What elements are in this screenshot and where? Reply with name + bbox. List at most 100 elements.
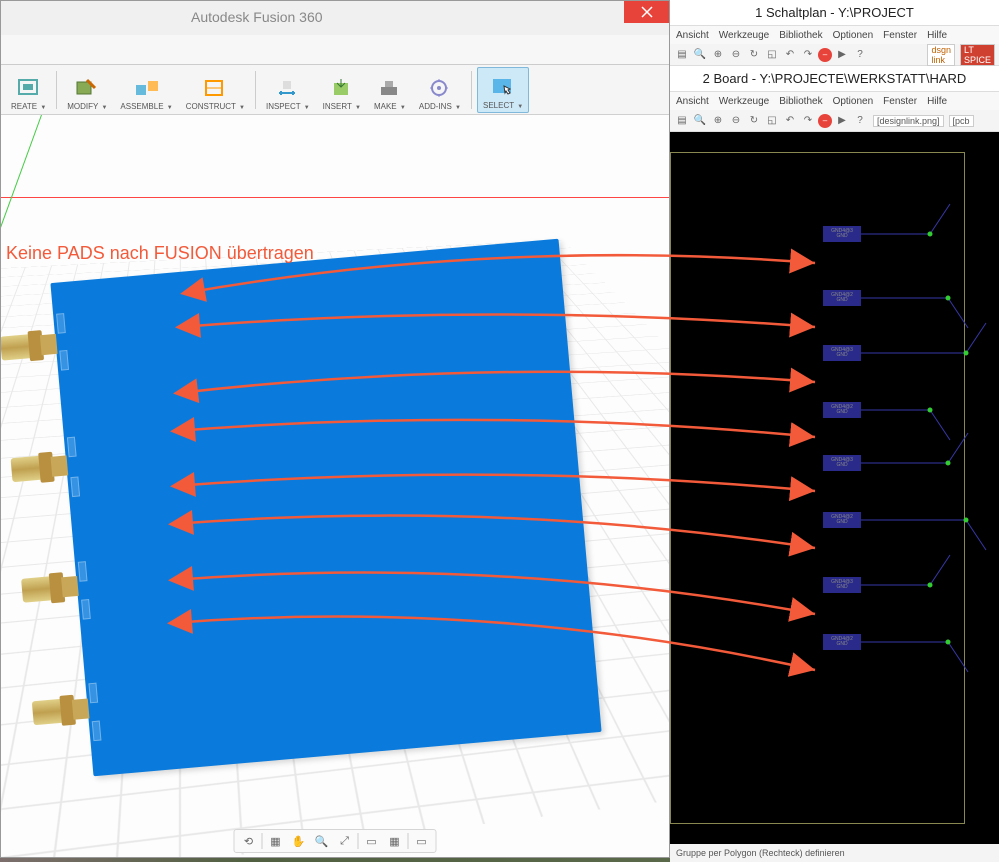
close-button[interactable] — [624, 1, 669, 23]
zoom-in-icon[interactable]: ⊕ — [710, 47, 726, 63]
menu-fenster[interactable]: Fenster — [883, 30, 917, 41]
menu-werkzeuge[interactable]: Werkzeuge — [719, 96, 769, 107]
undo-icon[interactable]: ↶ — [782, 113, 798, 129]
viewport-icon[interactable]: ▭ — [412, 831, 432, 851]
fit-icon[interactable]: ⤢ — [335, 831, 355, 851]
annotation-text: Keine PADS nach FUSION übertragen — [6, 243, 314, 264]
sma-connector[interactable] — [1, 329, 60, 364]
board-canvas[interactable]: GND4@3GND GND4@2GND GND4@3GND GND4@2GND GND4… — [670, 132, 999, 844]
tab-pcb[interactable]: [pcb — [949, 115, 974, 127]
menu-hilfe[interactable]: Hilfe — [927, 30, 947, 41]
zoom-icon[interactable]: 🔍 — [312, 831, 332, 851]
modify-icon — [74, 77, 100, 99]
sma-connector[interactable] — [32, 693, 92, 728]
menu-hilfe[interactable]: Hilfe — [927, 96, 947, 107]
tab-designlink[interactable]: [designlink.png] — [873, 115, 944, 127]
assemble-icon — [134, 77, 160, 99]
pad-GND4@2[interactable]: GND4@2GND — [823, 402, 861, 418]
menu-werkzeuge[interactable]: Werkzeuge — [719, 30, 769, 41]
board-statusbar: Gruppe per Polygon (Rechteck) definieren — [670, 844, 999, 862]
zoom-out-icon[interactable]: ⊖ — [728, 47, 744, 63]
pcb-body[interactable] — [50, 239, 601, 777]
layers-icon[interactable]: ▤ — [674, 113, 690, 129]
toolbar-make[interactable]: MAKE ▼ — [369, 67, 411, 113]
stop-icon[interactable]: – — [818, 114, 832, 128]
missing-pad-outline — [81, 599, 91, 620]
toolbar-modify[interactable]: MODIFY ▼ — [62, 67, 112, 113]
addins-icon — [427, 77, 453, 99]
status-text: Gruppe per Polygon (Rechteck) definieren — [676, 848, 845, 858]
toolbar-inspect[interactable]: INSPECT ▼ — [261, 67, 315, 113]
toolbar-add-ins[interactable]: ADD-INS ▼ — [414, 67, 466, 113]
schematic-title[interactable]: 1 Schaltplan - Y:\PROJECT — [670, 0, 999, 26]
pad-GND4@2[interactable]: GND4@2GND — [823, 634, 861, 650]
board-title[interactable]: 2 Board - Y:\PROJECTE\WERKSTATT\HARD — [670, 66, 999, 92]
display-icon[interactable]: ▭ — [362, 831, 382, 851]
pad-GND4@2[interactable]: GND4@2GND — [823, 290, 861, 306]
designlink-badge[interactable]: dsgnlink — [927, 44, 955, 66]
toolbar-construct[interactable]: CONSTRUCT ▼ — [181, 67, 250, 113]
pad-GND4@3[interactable]: GND4@3GND — [823, 226, 861, 242]
pad-GND4@3[interactable]: GND4@3GND — [823, 345, 861, 361]
make-icon — [377, 77, 403, 99]
spice-badge[interactable]: LTSPICE — [960, 44, 995, 66]
zoom-fit-icon[interactable]: 🔍 — [692, 113, 708, 129]
menu-fenster[interactable]: Fenster — [883, 96, 917, 107]
toolbar-select[interactable]: SELECT ▼ — [477, 67, 529, 113]
zoom-redraw-icon[interactable]: ↻ — [746, 47, 762, 63]
redo-icon[interactable]: ↷ — [800, 113, 816, 129]
zoom-select-icon[interactable]: ◱ — [764, 113, 780, 129]
menu-ansicht[interactable]: Ansicht — [676, 96, 709, 107]
pad-GND4@2[interactable]: GND4@2GND — [823, 512, 861, 528]
missing-pad-outline — [67, 437, 77, 458]
axis-x — [1, 197, 669, 198]
zoom-redraw-icon[interactable]: ↻ — [746, 113, 762, 129]
eagle-stack: 1 Schaltplan - Y:\PROJECT Ansicht Werkzeu… — [670, 0, 999, 862]
schematic-menubar: Ansicht Werkzeuge Bibliothek Optionen Fenste… — [670, 26, 999, 44]
construct-icon — [202, 77, 228, 99]
missing-pad-outline — [92, 721, 102, 742]
menu-optionen[interactable]: Optionen — [833, 96, 874, 107]
help-icon[interactable]: ? — [852, 47, 868, 63]
menu-ansicht[interactable]: Ansicht — [676, 30, 709, 41]
fusion-title: Autodesk Fusion 360 — [191, 9, 323, 25]
zoom-out-icon[interactable]: ⊖ — [728, 113, 744, 129]
missing-pad-outline — [88, 683, 98, 704]
toolbar-insert[interactable]: INSERT ▼ — [318, 67, 366, 113]
zoom-in-icon[interactable]: ⊕ — [710, 113, 726, 129]
redo-icon[interactable]: ↷ — [800, 47, 816, 63]
zoom-fit-icon[interactable]: 🔍 — [692, 47, 708, 63]
menu-optionen[interactable]: Optionen — [833, 30, 874, 41]
close-icon — [641, 6, 653, 18]
missing-pad-outline — [56, 313, 66, 334]
sma-connector[interactable] — [10, 450, 70, 485]
fusion-quickaccess[interactable] — [1, 35, 669, 65]
zoom-select-icon[interactable]: ◱ — [764, 47, 780, 63]
missing-pad-outline — [59, 350, 69, 371]
grid-icon[interactable]: ▦ — [385, 831, 405, 851]
layers-icon[interactable]: ▤ — [674, 47, 690, 63]
orbit-icon[interactable]: ⟲ — [239, 831, 259, 851]
board-menubar: Ansicht Werkzeuge Bibliothek Optionen Fenste… — [670, 92, 999, 110]
select-icon — [490, 76, 516, 98]
missing-pad-outline — [78, 561, 88, 582]
insert-icon — [329, 77, 355, 99]
pad-GND4@3[interactable]: GND4@3GND — [823, 577, 861, 593]
sma-connector[interactable] — [21, 571, 81, 606]
toolbar-assemble[interactable]: ASSEMBLE ▼ — [115, 67, 177, 113]
pad-GND4@3[interactable]: GND4@3GND — [823, 455, 861, 471]
stop-icon[interactable]: – — [818, 48, 832, 62]
look-icon[interactable]: ▦ — [266, 831, 286, 851]
go-icon[interactable]: ▶ — [834, 47, 850, 63]
pan-icon[interactable]: ✋ — [289, 831, 309, 851]
fusion-titlebar[interactable]: Autodesk Fusion 360 — [1, 1, 669, 35]
menu-bibliothek[interactable]: Bibliothek — [779, 30, 822, 41]
menu-bibliothek[interactable]: Bibliothek — [779, 96, 822, 107]
fusion-canvas[interactable]: Keine PADS nach FUSION übertragen ⟲ ▦ ✋ … — [1, 115, 669, 857]
help-icon[interactable]: ? — [852, 113, 868, 129]
missing-pad-outline — [70, 476, 80, 497]
go-icon[interactable]: ▶ — [834, 113, 850, 129]
toolbar-reate[interactable]: REATE ▼ — [6, 67, 51, 113]
undo-icon[interactable]: ↶ — [782, 47, 798, 63]
fusion-toolbar: REATE ▼ MODIFY ▼ ASSEMBLE ▼ CONSTRUCT ▼ … — [1, 65, 669, 115]
